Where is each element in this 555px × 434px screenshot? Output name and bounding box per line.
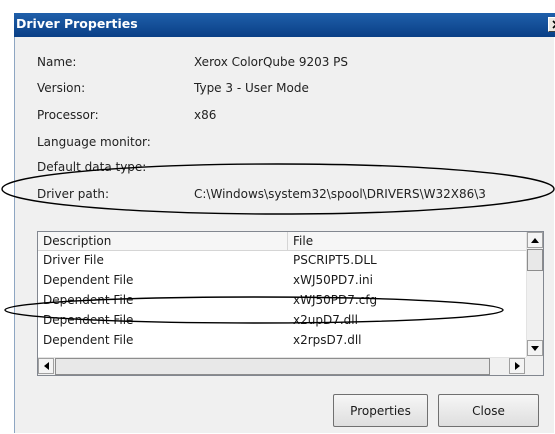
scrollbar-corner: [526, 357, 543, 375]
vertical-scrollbar[interactable]: [526, 232, 543, 357]
column-header-description[interactable]: Description: [38, 232, 288, 250]
processor-label: Processor:: [37, 108, 99, 122]
row-description: Dependent File: [43, 313, 134, 327]
table-row[interactable]: Dependent File x2upD7.dll: [38, 311, 526, 329]
scroll-right-button[interactable]: [509, 358, 525, 374]
driver-path-label: Driver path:: [37, 187, 110, 201]
row-description: Dependent File: [43, 333, 134, 347]
list-header: Description File: [38, 232, 526, 251]
scroll-up-button[interactable]: [527, 232, 543, 248]
row-file: xWJ50PD7.ini: [293, 273, 373, 287]
title-bar: Driver Properties: [14, 13, 555, 37]
default-data-type-label: Default data type:: [37, 160, 147, 174]
processor-value: x86: [194, 108, 217, 122]
row-description: Dependent File: [43, 273, 134, 287]
arrow-left-icon: [43, 362, 49, 370]
vertical-scroll-thumb[interactable]: [527, 249, 543, 271]
version-label: Version:: [37, 81, 86, 95]
arrow-down-icon: [531, 345, 539, 351]
driver-path-value: C:\Windows\system32\spool\DRIVERS\W32X86…: [194, 187, 486, 201]
properties-button[interactable]: Properties: [333, 394, 428, 427]
scroll-left-button[interactable]: [38, 358, 54, 374]
row-file: xWJ50PD7.cfg: [293, 293, 378, 307]
horizontal-scroll-thumb[interactable]: [55, 358, 490, 375]
window-title: Driver Properties: [16, 16, 138, 31]
close-button[interactable]: Close: [438, 394, 539, 427]
version-value: Type 3 - User Mode: [194, 81, 309, 95]
row-file: x2rpsD7.dll: [293, 333, 362, 347]
row-file: x2upD7.dll: [293, 313, 358, 327]
arrow-right-icon: [514, 362, 520, 370]
row-description: Driver File: [43, 253, 104, 267]
row-description: Dependent File: [43, 293, 134, 307]
name-value: Xerox ColorQube 9203 PS: [194, 55, 349, 69]
language-monitor-label: Language monitor:: [37, 135, 151, 149]
row-file: PSCRIPT5.DLL: [293, 253, 377, 267]
table-row[interactable]: Driver File PSCRIPT5.DLL: [38, 251, 526, 269]
scroll-down-button[interactable]: [527, 340, 543, 356]
table-row[interactable]: Dependent File xWJ50PD7.cfg: [38, 291, 526, 309]
table-row[interactable]: Dependent File x2rpsD7.dll: [38, 331, 526, 349]
dependent-files-list[interactable]: Description File Driver File PSCRIPT5.DL…: [37, 231, 544, 376]
horizontal-scrollbar[interactable]: [38, 357, 526, 375]
table-row[interactable]: Dependent File xWJ50PD7.ini: [38, 271, 526, 289]
close-window-button[interactable]: [548, 17, 555, 32]
column-header-file[interactable]: File: [288, 232, 526, 250]
arrow-up-icon: [531, 237, 539, 243]
name-label: Name:: [37, 55, 77, 69]
